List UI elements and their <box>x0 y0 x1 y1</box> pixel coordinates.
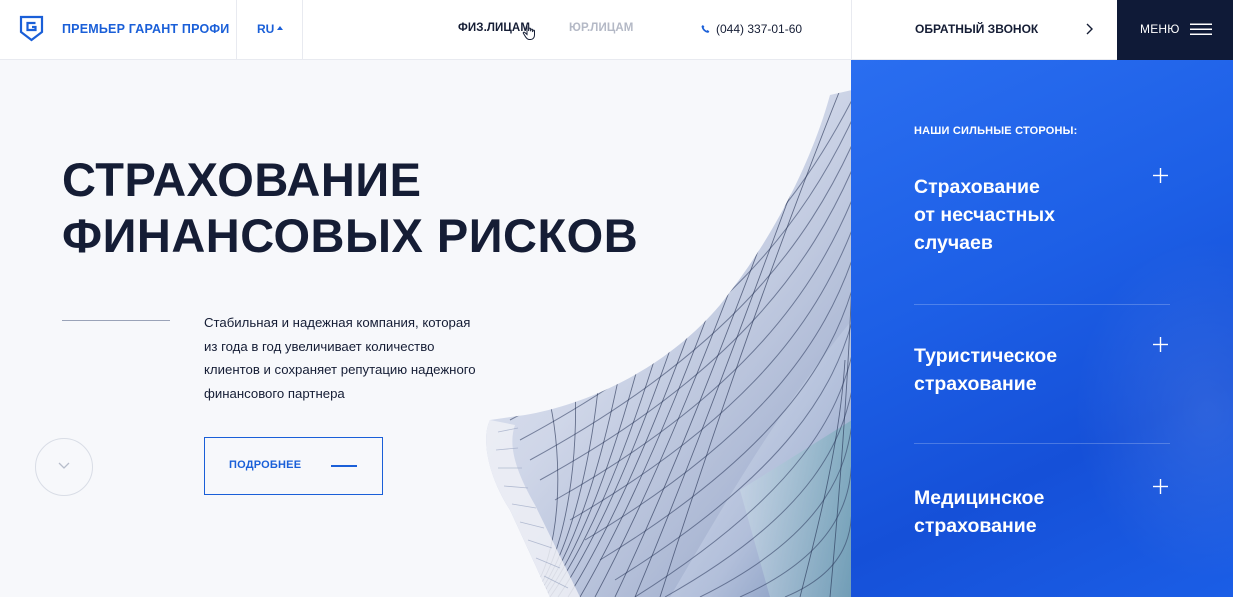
plus-icon[interactable] <box>1153 337 1168 352</box>
nav-legal-entities[interactable]: ЮР.ЛИЦАМ <box>569 22 633 34</box>
feature-title-line: Медицинское <box>914 487 1045 509</box>
feature-title-line: от несчастных <box>914 204 1055 226</box>
menu-label: МЕНЮ <box>1140 22 1180 36</box>
feature-divider <box>914 304 1170 305</box>
feature-title: Медицинское страхование <box>914 484 1170 540</box>
page-title: СТРАХОВАНИЕ ФИНАНСОВЫХ РИСКОВ <box>62 152 638 264</box>
decorative-line <box>62 320 170 321</box>
chevron-down-icon[interactable] <box>57 460 71 470</box>
nav-individuals[interactable]: ФИЗ.ЛИЦАМ <box>458 22 530 34</box>
description-line: из года в год увеличивает количество <box>204 338 435 354</box>
hamburger-icon <box>1190 23 1212 35</box>
feature-title-line: страхование <box>914 515 1037 537</box>
arrow-line-icon <box>331 465 357 467</box>
chevron-right-icon <box>1086 23 1093 35</box>
feature-title: Туристическое страхование <box>914 342 1170 398</box>
description-line: финансового партнера <box>204 385 345 401</box>
header-divider <box>236 0 237 60</box>
hero-description: Стабильная и надежная компания, которая … <box>204 311 494 405</box>
feature-title-line: Туристическое <box>914 345 1058 367</box>
language-selector[interactable]: RU <box>257 22 274 36</box>
feature-title-line: страхование <box>914 373 1037 395</box>
phone-number[interactable]: (044) 337-01-60 <box>716 22 802 36</box>
more-button[interactable]: ПОДРОБНЕЕ <box>204 437 383 495</box>
features-caption: НАШИ СИЛЬНЫЕ СТОРОНЫ: <box>914 125 1078 137</box>
plus-icon[interactable] <box>1153 479 1168 494</box>
callback-label: ОБРАТНЫЙ ЗВОНОК <box>915 22 1039 36</box>
menu-button[interactable]: МЕНЮ <box>1117 0 1233 60</box>
feature-divider <box>914 443 1170 444</box>
header-divider <box>302 0 303 60</box>
cursor-hand-icon <box>522 23 535 40</box>
title-line: ФИНАНСОВЫХ РИСКОВ <box>62 209 639 262</box>
caret-up-icon[interactable] <box>277 26 283 30</box>
logo-icon[interactable] <box>18 15 45 42</box>
brand-name[interactable]: ПРЕМЬЕР ГАРАНТ ПРОФИ <box>62 22 229 36</box>
more-button-label: ПОДРОБНЕЕ <box>229 459 302 471</box>
feature-title-line: Страхование <box>914 176 1040 198</box>
feature-title: Страхование от несчастных случаев <box>914 173 1170 257</box>
feature-travel-insurance[interactable]: Туристическое страхование <box>914 342 1170 398</box>
features-panel: НАШИ СИЛЬНЫЕ СТОРОНЫ: Страхование от нес… <box>851 60 1233 597</box>
title-line: СТРАХОВАНИЕ <box>62 153 422 206</box>
description-line: Стабильная и надежная компания, которая <box>204 315 471 330</box>
feature-title-line: случаев <box>914 232 993 254</box>
site-header: ПРЕМЬЕР ГАРАНТ ПРОФИ RU ФИЗ.ЛИЦАМ ЮР.ЛИЦ… <box>0 0 1233 60</box>
callback-button[interactable]: ОБРАТНЫЙ ЗВОНОК <box>851 0 1117 60</box>
plus-icon[interactable] <box>1153 168 1168 183</box>
feature-accident-insurance[interactable]: Страхование от несчастных случаев <box>914 173 1170 257</box>
description-line: клиентов и сохраняет репутацию надежного <box>204 362 476 377</box>
phone-icon <box>701 25 710 33</box>
feature-medical-insurance[interactable]: Медицинское страхование <box>914 484 1170 540</box>
